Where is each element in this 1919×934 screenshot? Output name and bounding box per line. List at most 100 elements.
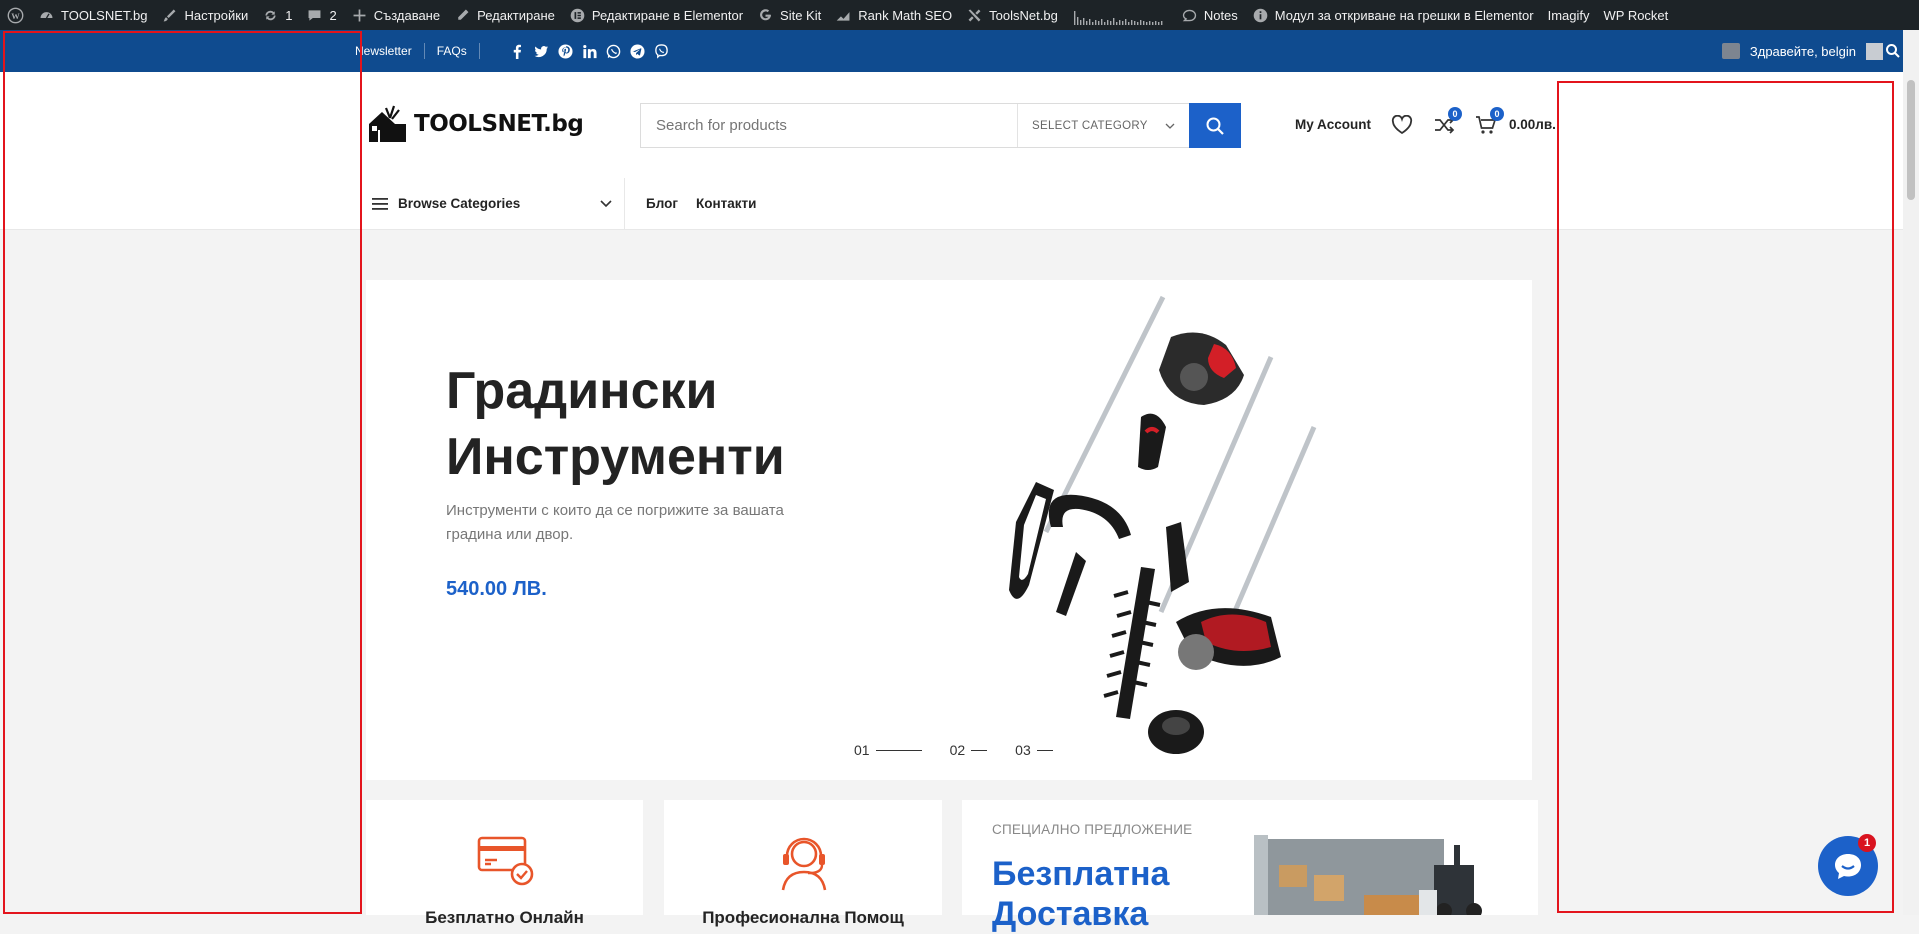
twitter-icon[interactable] — [534, 44, 549, 59]
nav-menu: Блог Контакти — [646, 178, 756, 229]
slide-dot-1[interactable]: 01 — [854, 742, 922, 758]
topbar-links: Newsletter FAQs — [355, 30, 669, 72]
rank-math-menu[interactable]: Rank Math SEO — [828, 0, 959, 30]
chat-bubble-icon — [1835, 854, 1861, 879]
product-search: SELECT CATEGORY — [640, 103, 1241, 148]
my-account-link[interactable]: My Account — [1295, 117, 1371, 132]
pinterest-icon[interactable] — [558, 43, 573, 59]
main-nav: Browse Categories Блог Контакти — [0, 178, 1919, 230]
notes-icon[interactable] — [1721, 43, 1740, 59]
customize-label: Настройки — [184, 7, 249, 23]
nav-item-contacts[interactable]: Контакти — [696, 196, 756, 211]
slide-indicator-line — [1036, 749, 1053, 751]
dashboard-icon — [40, 11, 53, 18]
brush-icon — [164, 9, 176, 21]
slider-pagination: 01 02 03 — [854, 742, 1053, 758]
promo-title-line2: Доставка — [992, 895, 1149, 933]
promo-title-line1: Безплатна — [992, 855, 1170, 893]
new-content-menu[interactable]: Създаване — [344, 0, 447, 30]
facebook-icon[interactable] — [510, 44, 525, 59]
newsletter-link[interactable]: Newsletter — [355, 44, 412, 58]
svg-text:W: W — [11, 10, 20, 20]
edit-label: Редактиране — [477, 7, 555, 23]
social-links — [510, 43, 669, 59]
linkedin-icon[interactable] — [582, 44, 597, 59]
comments-menu[interactable]: 2 — [299, 0, 343, 30]
hero-title-line1: Градински — [446, 362, 718, 420]
toolsnet-label: ToolsNet.bg — [989, 7, 1058, 23]
site-kit-label: Site Kit — [780, 7, 822, 23]
pencil-icon — [458, 9, 469, 20]
scrollbar-thumb[interactable] — [1907, 80, 1915, 200]
feature-card-online-payment: Безплатно Онлайн — [366, 800, 643, 927]
compare-count: 0 — [1448, 106, 1463, 121]
elementor-edit-label: Редактиране в Elementor — [591, 7, 744, 23]
updates-count: 1 — [285, 7, 293, 23]
edit-menu[interactable]: Редактиране — [447, 0, 562, 30]
elementor-edit-menu[interactable]: Редактиране в Elementor — [562, 0, 750, 30]
promo-title: Безплатна Доставка — [992, 854, 1169, 934]
customize-menu[interactable]: Настройки — [154, 0, 255, 30]
headset-support-icon — [781, 837, 827, 891]
elementor-icon — [570, 8, 585, 22]
hamburger-icon — [372, 197, 388, 210]
compare-button[interactable]: 0 — [1433, 106, 1463, 136]
slide-number: 03 — [1015, 742, 1031, 758]
notes-menu[interactable]: Notes — [1174, 0, 1245, 30]
site-name-menu[interactable]: TOOLSNET.bg — [31, 0, 154, 30]
cart-count: 0 — [1490, 106, 1505, 121]
info-icon — [1253, 8, 1268, 22]
garden-tools-image — [1009, 295, 1317, 754]
hero-title: Градински Инструменти — [446, 358, 785, 490]
stats-sparkline[interactable] — [1065, 0, 1174, 30]
chat-unread-count: 1 — [1858, 834, 1876, 852]
nav-item-blog[interactable]: Блог — [646, 196, 678, 211]
slide-dot-2[interactable]: 02 — [950, 742, 988, 758]
site-kit-menu[interactable]: Site Kit — [750, 0, 828, 30]
category-select[interactable]: SELECT CATEGORY — [1017, 104, 1189, 147]
tools-icon — [968, 9, 981, 21]
new-label: Създаване — [373, 7, 441, 23]
viber-icon[interactable] — [654, 43, 669, 59]
category-select-label: SELECT CATEGORY — [1032, 119, 1148, 132]
page-scrollbar[interactable] — [1903, 30, 1919, 915]
updates-icon — [265, 10, 276, 20]
updates-menu[interactable]: 1 — [255, 0, 299, 30]
user-greeting[interactable]: Здравейте, belgin — [1721, 30, 1883, 72]
promo-banner-free-delivery[interactable]: СПЕЦИАЛНО ПРЕДЛОЖЕНИЕ Безплатна Доставка — [962, 800, 1538, 933]
comment-icon — [309, 9, 321, 21]
cart-icon-wrap: 0 — [1475, 106, 1505, 136]
imagify-menu[interactable]: Imagify — [1541, 0, 1597, 30]
wordpress-logo-icon[interactable]: W — [0, 0, 31, 30]
site-header: TOOLSNET.bg SELECT CATEGORY My Account 0… — [0, 72, 1919, 179]
chat-widget-button[interactable]: 1 — [1818, 834, 1878, 896]
hero-subtitle: Инструменти с които да се погрижите за в… — [446, 502, 784, 543]
debug-label: Модул за откриване на грешки в Elementor — [1274, 7, 1534, 23]
logo-text: TOOLSNET.bg — [414, 111, 584, 137]
wp-rocket-menu[interactable]: WP Rocket — [1597, 0, 1676, 30]
search-button[interactable] — [1189, 103, 1241, 148]
divider — [478, 43, 480, 59]
google-icon — [760, 8, 772, 20]
browse-categories-button[interactable]: Browse Categories — [360, 178, 625, 229]
faqs-link[interactable]: FAQs — [437, 44, 467, 58]
search-icon[interactable] — [1885, 43, 1901, 59]
promo-label: СПЕЦИАЛНО ПРЕДЛОЖЕНИЕ — [992, 822, 1193, 837]
divider — [423, 43, 425, 59]
avatar — [1866, 42, 1883, 60]
cart-button[interactable]: 0 0.00лв. — [1475, 106, 1556, 136]
toolsnet-menu[interactable]: ToolsNet.bg — [959, 0, 1065, 30]
slide-dot-3[interactable]: 03 — [1015, 742, 1053, 758]
elementor-debug-menu[interactable]: Модул за откриване на грешки в Elementor — [1245, 0, 1541, 30]
whatsapp-icon[interactable] — [606, 44, 621, 59]
hero-slider: Градински Инструменти Инструменти с коит… — [366, 280, 1532, 780]
telegram-icon[interactable] — [630, 43, 645, 59]
feature-card-support: Професионална Помощ — [664, 800, 942, 927]
comments-count: 2 — [329, 7, 337, 23]
house-tools-icon — [369, 105, 406, 142]
site-logo[interactable]: TOOLSNET.bg — [366, 104, 584, 144]
heart-icon[interactable] — [1391, 114, 1413, 135]
browse-label: Browse Categories — [398, 196, 521, 211]
search-input[interactable] — [641, 104, 1017, 147]
chevron-down-icon — [600, 199, 612, 207]
